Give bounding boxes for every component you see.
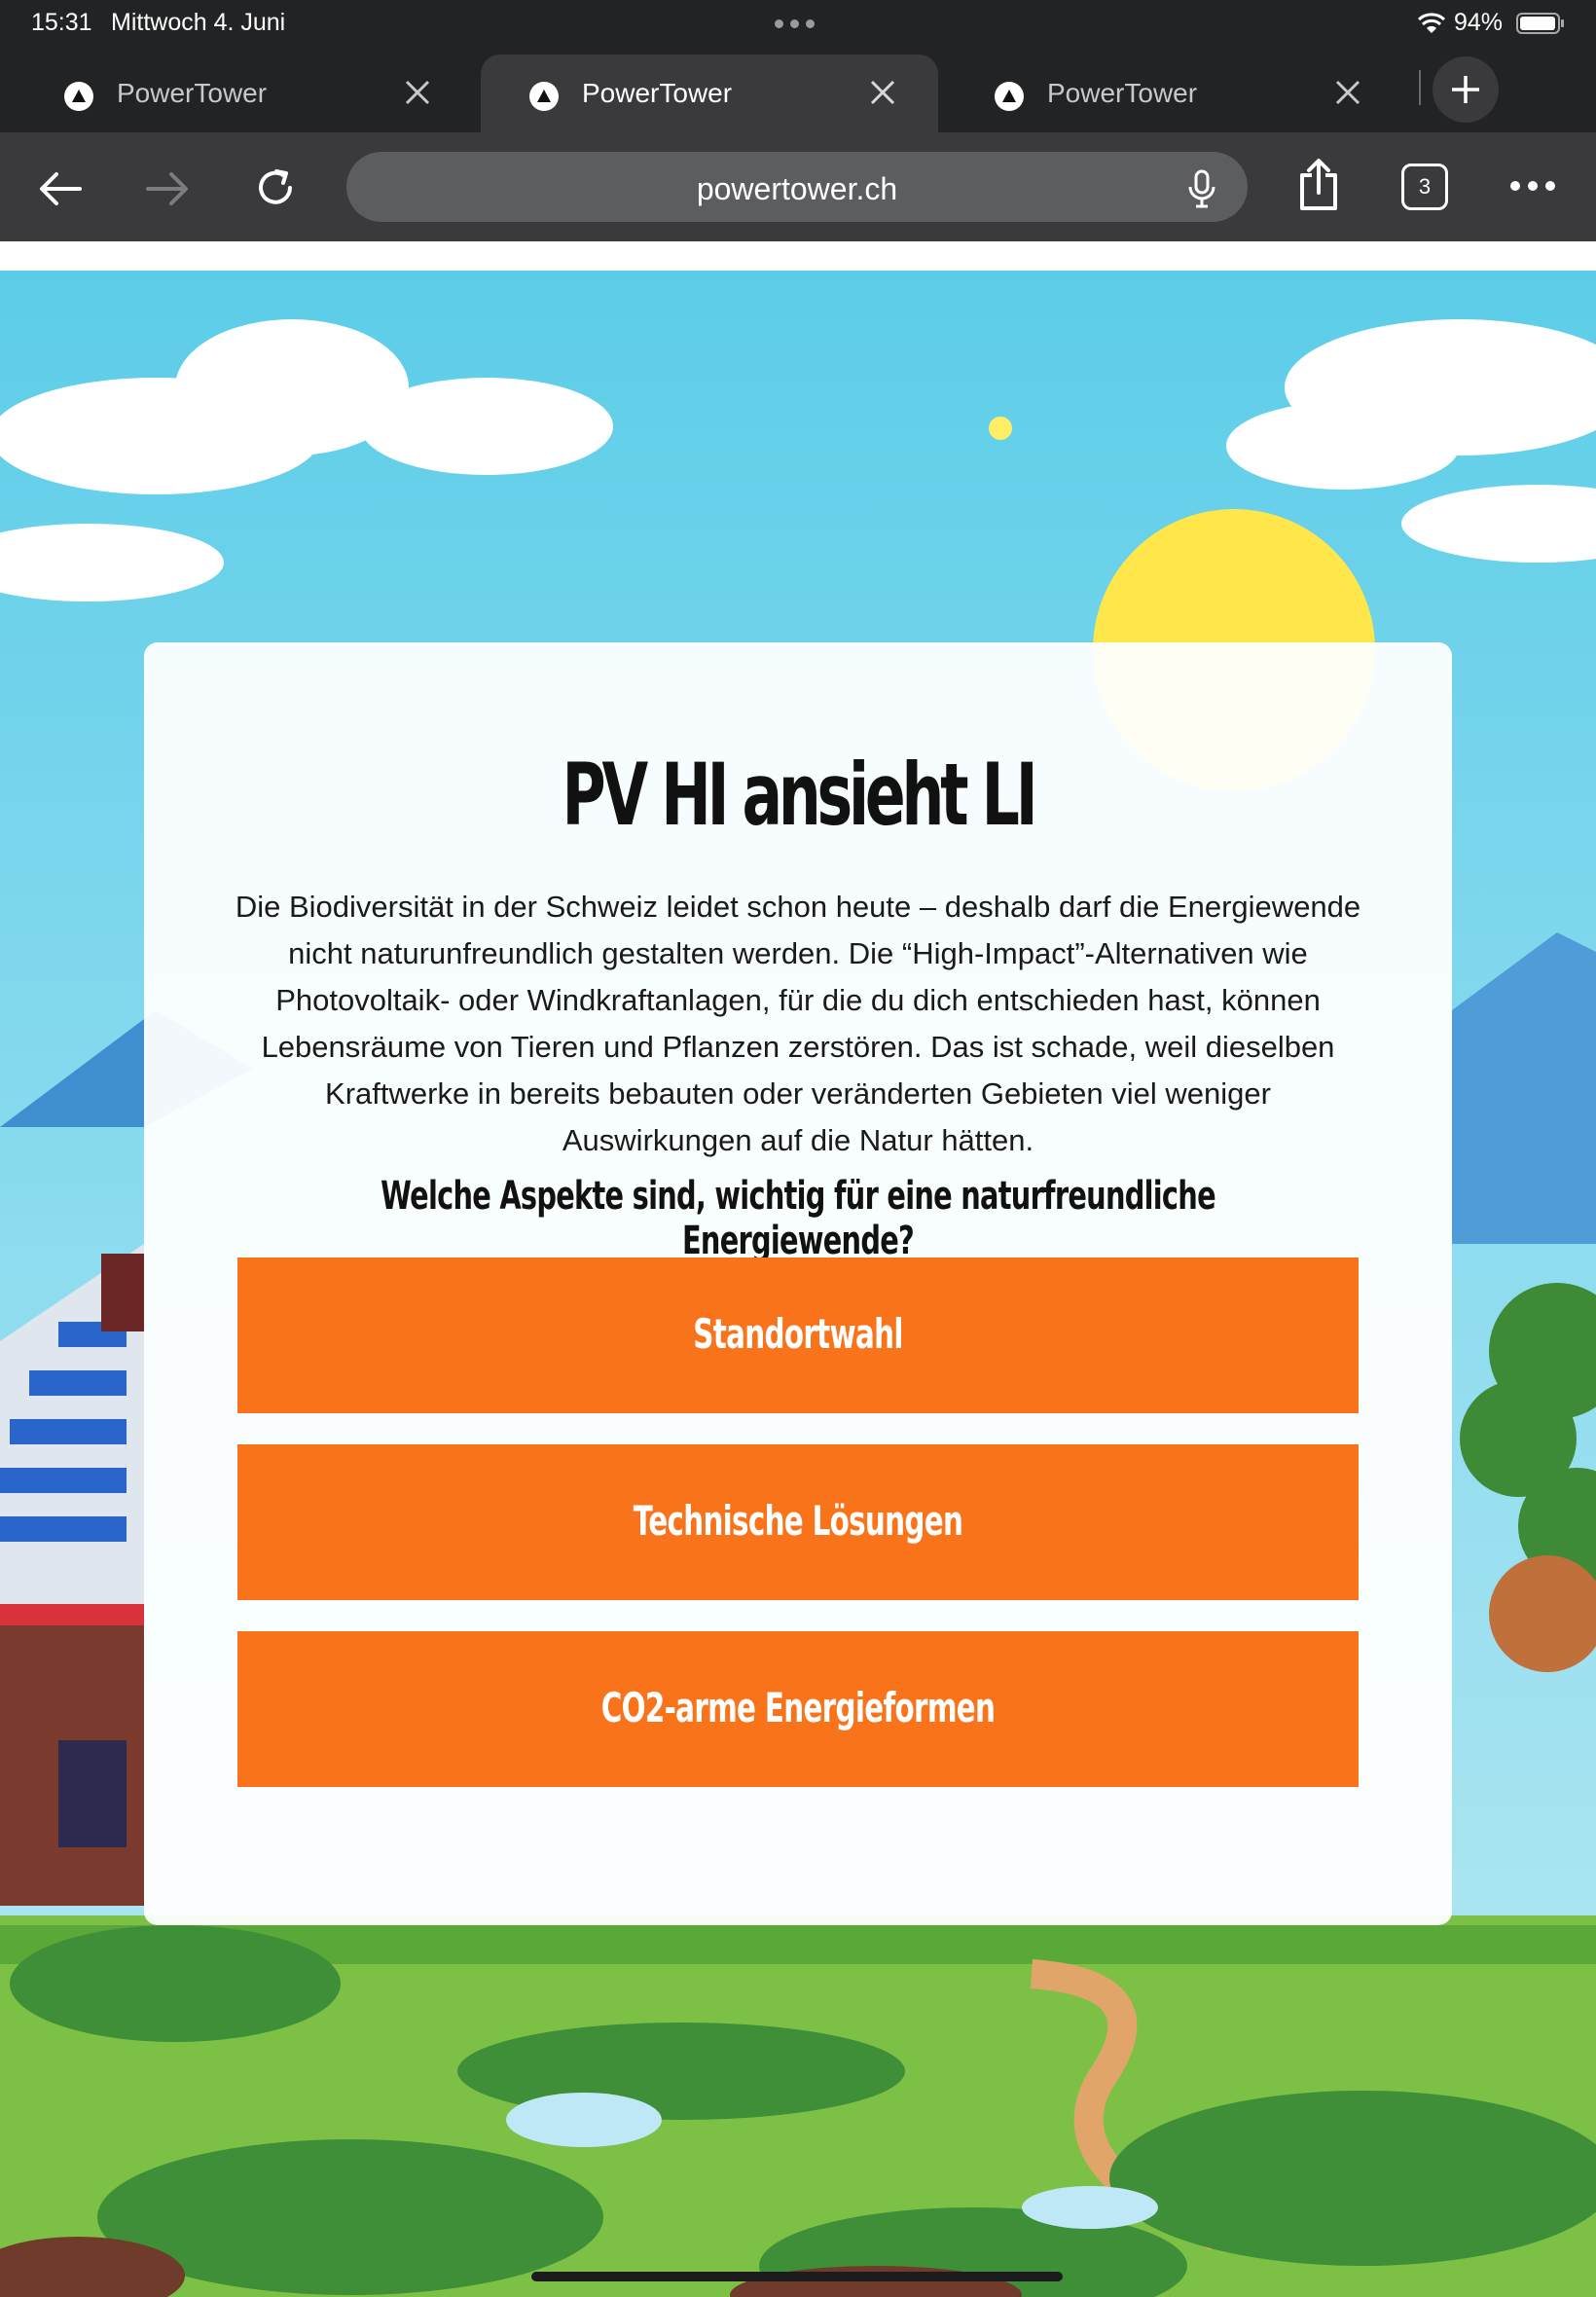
battery-icon [1516,13,1564,34]
multitasking-dots-icon[interactable] [775,19,815,28]
choice-standortwahl-button[interactable]: Standortwahl [237,1258,1359,1413]
share-icon[interactable] [1294,158,1343,212]
page-header-strip [0,241,1596,271]
close-icon[interactable] [1331,76,1364,109]
address-bar[interactable]: powertower.ch [346,152,1248,222]
tab-title: PowerTower [582,78,733,108]
content-card: PV HI ansieht LI Die Biodiversität in de… [144,642,1452,1925]
status-bar: 15:31 Mittwoch 4. Juni 94% [0,0,1596,47]
tab-title: PowerTower [117,78,268,108]
more-options-icon[interactable] [1508,179,1557,193]
wifi-icon [1417,13,1446,33]
choice-label: Standortwahl [693,1310,903,1358]
forward-arrow-icon[interactable] [144,169,191,208]
powertower-favicon-icon [995,82,1024,111]
battery-percentage: 94% [1454,9,1504,36]
tab-1[interactable]: PowerTower [16,55,473,132]
question-heading: Welche Aspekte sind, wichtig für eine na… [381,1174,1215,1263]
home-indicator[interactable] [531,2272,1063,2281]
choice-co2-arme-energieformen-button[interactable]: CO2-arme Energieformen [237,1631,1359,1787]
close-icon[interactable] [401,76,434,109]
close-icon[interactable] [866,76,899,109]
tab-title: PowerTower [1047,78,1198,108]
page-title: PV HI ansieht LI [562,745,1038,845]
choice-label: CO2-arme Energieformen [600,1684,996,1732]
intro-paragraph: Die Biodiversität in der Schweiz leidet … [235,890,1361,1157]
reload-icon[interactable] [251,164,300,212]
tab-2-active[interactable]: PowerTower [481,55,938,132]
tab-divider [1419,70,1421,105]
powertower-favicon-icon [64,82,93,111]
choice-technische-loesungen-button[interactable]: Technische Lösungen [237,1444,1359,1600]
address-text: powertower.ch [696,171,898,206]
tab-3[interactable]: PowerTower [946,55,1403,132]
tab-bar: PowerTower PowerTower PowerTower [0,47,1596,132]
powertower-favicon-icon [529,82,559,111]
microphone-icon[interactable] [1187,169,1216,208]
back-arrow-icon[interactable] [37,169,84,208]
status-date: Mittwoch 4. Juni [111,9,286,36]
plus-icon [1452,76,1479,103]
status-time: 15:31 [31,9,92,36]
new-tab-button[interactable] [1433,56,1499,123]
tab-overview-button[interactable]: 3 [1401,164,1448,210]
browser-toolbar: powertower.ch [0,132,1596,241]
choice-label: Technische Lösungen [633,1497,963,1545]
